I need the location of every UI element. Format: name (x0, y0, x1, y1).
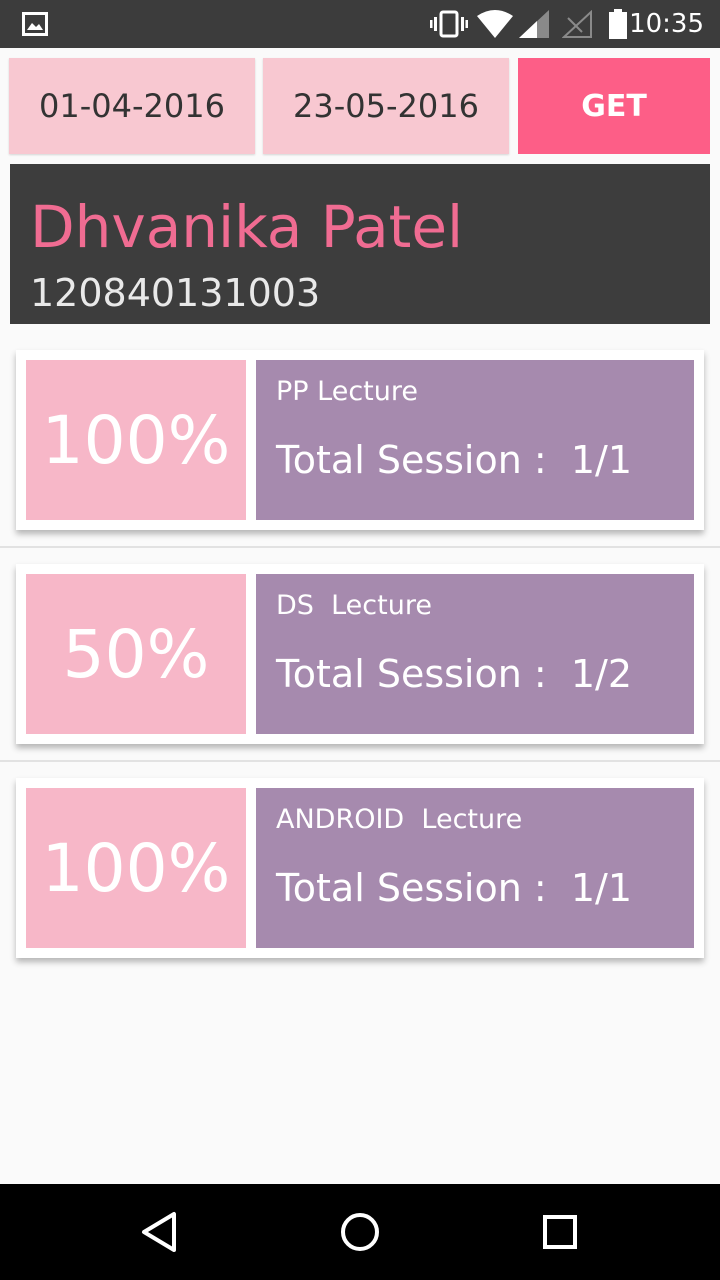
student-name: Dhvanika Patel (30, 193, 464, 261)
battery-icon (608, 9, 628, 44)
vibrate-icon (430, 10, 468, 43)
image-notification-icon (22, 12, 48, 36)
navigation-bar (0, 1184, 720, 1280)
status-bar: 10:35 (0, 0, 720, 48)
student-header: Dhvanika Patel 120840131003 (10, 164, 710, 324)
total-session: Total Session : 1/1 (276, 866, 633, 910)
recents-icon[interactable] (536, 1208, 584, 1256)
wifi-icon (476, 10, 514, 43)
to-date-field[interactable]: 23-05-2016 (263, 58, 509, 154)
lecture-card[interactable]: 100% PP Lecture Total Session : 1/1 (16, 350, 704, 530)
signal-icon (519, 10, 549, 43)
lecture-name: DS Lecture (276, 590, 432, 621)
back-icon[interactable] (136, 1208, 184, 1256)
total-session: Total Session : 1/1 (276, 438, 633, 482)
lecture-card[interactable]: 100% ANDROID Lecture Total Session : 1/1 (16, 778, 704, 958)
lecture-info: ANDROID Lecture Total Session : 1/1 (256, 788, 694, 948)
lecture-card[interactable]: 50% DS Lecture Total Session : 1/2 (16, 564, 704, 744)
list-divider (0, 760, 720, 762)
get-button[interactable]: GET (518, 58, 710, 154)
student-id: 120840131003 (30, 271, 321, 315)
attendance-percent: 100% (26, 788, 246, 948)
attendance-percent: 100% (26, 360, 246, 520)
lecture-name: ANDROID Lecture (276, 804, 523, 835)
signal-empty-icon (561, 9, 592, 43)
lecture-info: DS Lecture Total Session : 1/2 (256, 574, 694, 734)
lecture-name: PP Lecture (276, 376, 418, 407)
from-date-field[interactable]: 01-04-2016 (9, 58, 255, 154)
home-icon[interactable] (336, 1208, 384, 1256)
attendance-percent: 50% (26, 574, 246, 734)
list-divider (0, 546, 720, 548)
status-time: 10:35 (629, 9, 704, 39)
lecture-info: PP Lecture Total Session : 1/1 (256, 360, 694, 520)
total-session: Total Session : 1/2 (276, 652, 633, 696)
